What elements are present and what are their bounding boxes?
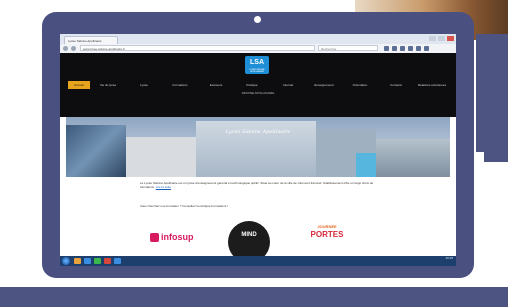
nav-item-pratique[interactable]: Pratique xyxy=(234,81,270,89)
hero-image: Lycée Sidoine Apollinaire xyxy=(66,117,450,177)
nav-item-accueil[interactable]: Accueil xyxy=(68,81,90,89)
logo-subtitle: LYCEE SIDOINE APOLLINAIRE xyxy=(249,69,265,73)
hero-title: Lycée Sidoine Apollinaire xyxy=(225,129,291,135)
portes-main-label: PORTES xyxy=(310,230,344,239)
background-panel xyxy=(476,34,508,152)
webcam-icon xyxy=(254,16,261,23)
url-input[interactable]: www.lycee-sidoine-apollinaire.fr xyxy=(80,45,315,51)
bookmark-icon[interactable] xyxy=(384,46,389,51)
infosup-banner[interactable]: infosup xyxy=(150,230,194,244)
app-icon[interactable] xyxy=(114,258,121,264)
download-icon[interactable] xyxy=(392,46,397,51)
infosup-logo-icon xyxy=(150,232,159,242)
search-input[interactable]: Rechercher xyxy=(318,45,378,51)
nav-item-lycee[interactable]: Lycée xyxy=(126,81,162,89)
nav-item-orientation[interactable]: Orientation xyxy=(342,81,378,89)
intro-paragraph: Le Lycée Sidoine Apollinaire est un lycé… xyxy=(140,181,376,189)
nav-item-relations[interactable]: Relations extérieures xyxy=(414,81,450,89)
main-nav: Accueil Vie du lycée Lycée Formations Ex… xyxy=(68,81,450,89)
back-icon[interactable] xyxy=(63,46,68,51)
windows-taskbar: 10:25 xyxy=(60,256,456,266)
site-logo[interactable]: LSA LYCEE SIDOINE APOLLINAIRE xyxy=(245,56,269,74)
clock-time: 10:25 xyxy=(445,256,453,260)
portes-ouvertes-banner[interactable]: JOURNÉE PORTES xyxy=(308,224,346,250)
browser-tab[interactable]: Lycée Sidoine Apollinaire xyxy=(64,36,118,44)
close-icon[interactable] xyxy=(447,36,454,41)
toolbar-icons xyxy=(384,46,429,51)
logo-text: LSA xyxy=(250,59,264,66)
nav-item-contacts[interactable]: Contacts xyxy=(378,81,414,89)
mondial-label: MIND xyxy=(241,232,257,238)
intro-text: Le Lycée Sidoine Apollinaire est un lycé… xyxy=(140,181,374,189)
hero-building-white xyxy=(126,137,196,177)
nav-item-vie-du-lycee[interactable]: Vie du lycée xyxy=(90,81,126,89)
share-icon[interactable] xyxy=(408,46,413,51)
browser-icon[interactable] xyxy=(84,258,91,264)
system-tray-clock[interactable]: 10:25 xyxy=(445,256,453,261)
hero-building-far-right xyxy=(376,139,450,177)
nav-item-enseignement[interactable]: Enseignement xyxy=(306,81,342,89)
browser-titlebar: Lycée Sidoine Apollinaire xyxy=(60,34,456,44)
home-icon[interactable] xyxy=(400,46,405,51)
window-controls xyxy=(429,36,454,41)
media-icon[interactable] xyxy=(94,258,101,264)
background-panel-lower xyxy=(484,152,508,162)
start-button[interactable] xyxy=(62,257,70,265)
site-header: LSA LYCEE SIDOINE APOLLINAIRE Accueil Vi… xyxy=(60,53,456,117)
menu-icon[interactable] xyxy=(424,46,429,51)
nav-item-formations[interactable]: Formations xyxy=(162,81,198,89)
formations-question[interactable]: Vous cherchez une formation ? Consultez … xyxy=(140,204,376,208)
nav-item-examens[interactable]: Examens xyxy=(198,81,234,89)
forward-icon[interactable] xyxy=(71,46,76,51)
explorer-icon[interactable] xyxy=(74,258,81,264)
office-icon[interactable] xyxy=(104,258,111,264)
laptop-base xyxy=(0,287,508,307)
nav-item-internat[interactable]: Internat xyxy=(270,81,306,89)
addon-icon[interactable] xyxy=(416,46,421,51)
sub-nav[interactable]: SIDOINE APOLLINAIRE xyxy=(60,91,456,96)
maximize-icon[interactable] xyxy=(438,36,445,41)
taskbar-apps xyxy=(74,258,121,264)
laptop-screen: Lycée Sidoine Apollinaire www.lycee-sido… xyxy=(60,34,456,266)
minimize-icon[interactable] xyxy=(429,36,436,41)
read-more-link[interactable]: Lire la suite xyxy=(156,185,171,189)
infosup-label: infosup xyxy=(161,232,194,242)
